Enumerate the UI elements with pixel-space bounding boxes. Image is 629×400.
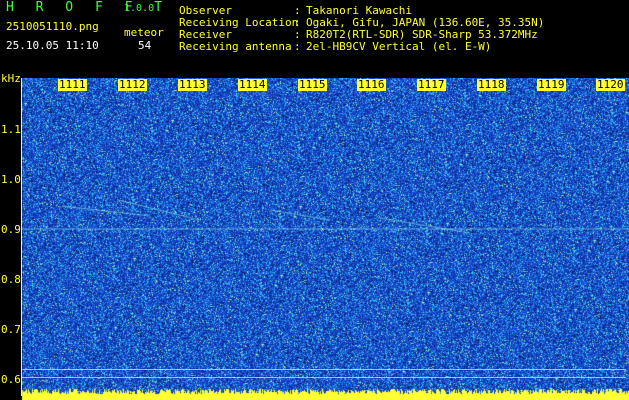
y-tick-label: 1.1 [1, 123, 21, 136]
y-axis-unit: kHz [1, 72, 21, 85]
minute-label: 1117 [417, 78, 446, 91]
minute-label: 1120 [596, 78, 625, 91]
file-name: 2510051110.png [6, 20, 99, 33]
y-tick-label: 1.0 [1, 173, 21, 186]
minute-label: 1113 [178, 78, 207, 91]
y-tick-label: 0.9 [1, 223, 21, 236]
meteor-count: 54 [138, 39, 152, 52]
app-version: 1.0.0 [124, 3, 155, 14]
reference-line [22, 377, 626, 378]
y-tick-label: 0.7 [1, 323, 21, 336]
minute-label: 1114 [238, 78, 267, 91]
capture-datetime: 25.10.05 11:10 [6, 39, 99, 52]
meteor-label: meteor [124, 26, 164, 39]
header-panel: H R O F F T 1.0.0 2510051110.png meteor … [0, 0, 629, 78]
spectrogram[interactable] [0, 78, 629, 400]
minute-label: 1119 [537, 78, 566, 91]
antenna-label: Receiving antenna [179, 40, 292, 53]
minute-label: 1118 [477, 78, 506, 91]
y-axis-line [21, 78, 22, 396]
minute-label: 1116 [357, 78, 386, 91]
reference-line [22, 369, 626, 370]
minute-label: 1111 [58, 78, 87, 91]
antenna-value: 2el-HB9CV Vertical (el. E-W) [306, 40, 492, 53]
y-tick-label: 0.6 [1, 373, 21, 386]
colon: : [294, 40, 301, 53]
y-tick-label: 0.8 [1, 273, 21, 286]
minute-label: 1112 [118, 78, 147, 91]
minute-label: 1115 [298, 78, 327, 91]
